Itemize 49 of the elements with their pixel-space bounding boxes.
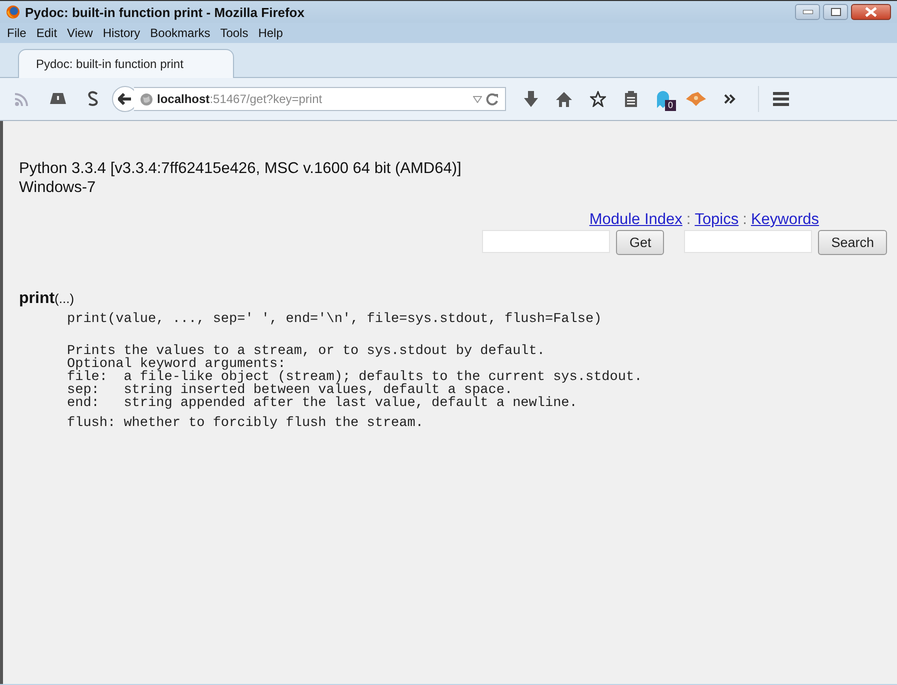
chevron-icon[interactable] bbox=[724, 94, 736, 104]
back-arrow-icon bbox=[118, 93, 132, 105]
menu-item[interactable]: Bookmarks bbox=[149, 26, 212, 40]
notification-badge: 0 bbox=[665, 100, 676, 111]
menu-item[interactable]: File bbox=[6, 26, 28, 40]
firefox-icon bbox=[6, 5, 20, 19]
version-text: Windows-7 bbox=[19, 178, 97, 197]
clipboard-icon[interactable] bbox=[624, 91, 638, 107]
home-icon[interactable] bbox=[556, 92, 572, 106]
link-separator: : bbox=[742, 211, 747, 229]
reload-icon[interactable] bbox=[486, 92, 499, 106]
docstring-line: end: string appended after the last value, default a newline. bbox=[67, 397, 578, 410]
menu-item[interactable]: History bbox=[102, 26, 142, 40]
close-icon bbox=[865, 7, 877, 17]
docstring-line: flush: whether to forcibly flush the stream. bbox=[67, 417, 424, 430]
close-button[interactable] bbox=[851, 4, 891, 20]
version-text: Python 3.3.4 [v3.3.4:7ff62415e426, MSC v.1600 64 bit (AMD64)] bbox=[19, 159, 462, 178]
nav-link[interactable]: Topics bbox=[694, 211, 739, 229]
docstring-line: Optional keyword arguments: bbox=[67, 358, 286, 371]
input-field[interactable] bbox=[684, 230, 812, 253]
nav-link[interactable]: Keywords bbox=[750, 211, 819, 229]
docstring-line: sep: string inserted between values, default a space. bbox=[67, 384, 514, 397]
menu-item[interactable]: Edit bbox=[35, 26, 58, 40]
download-icon[interactable] bbox=[524, 91, 538, 107]
nav-link[interactable]: Module Index bbox=[589, 211, 682, 229]
input-field[interactable] bbox=[482, 230, 610, 253]
minimize-icon bbox=[802, 10, 812, 14]
globe-icon bbox=[140, 92, 153, 106]
maximize-icon bbox=[830, 8, 840, 16]
docstring-line: file: a file-like object (stream); defaults to the current sys.stdout. bbox=[67, 371, 644, 384]
minimize-button[interactable] bbox=[795, 4, 820, 20]
rss-icon bbox=[14, 91, 30, 107]
menu-icon[interactable] bbox=[773, 92, 789, 106]
menu-item[interactable]: Help bbox=[257, 26, 284, 40]
link-separator: : bbox=[686, 211, 691, 229]
menu-item[interactable]: Tools bbox=[219, 26, 250, 40]
docstring-line: print(value, ..., sep=' ', end='\n', file=sys.stdout, flush=False) bbox=[67, 313, 603, 326]
function-heading: print(...) bbox=[19, 290, 76, 308]
dropdown-icon[interactable] bbox=[473, 96, 482, 102]
submit-button[interactable]: Search bbox=[818, 230, 887, 255]
s-icon bbox=[86, 91, 100, 107]
window-title: Pydoc: built-in function print - Mozilla Firefox bbox=[25, 4, 306, 20]
docstring-line: Prints the values to a stream, or to sys.stdout by default. bbox=[67, 345, 546, 358]
address-bar[interactable]: localhost:51467/get?key=print bbox=[134, 87, 506, 111]
star-icon[interactable] bbox=[590, 91, 606, 107]
menu-item[interactable]: View bbox=[66, 26, 94, 40]
browser-tab[interactable]: Pydoc: built-in function print bbox=[18, 49, 234, 78]
submit-button[interactable]: Get bbox=[616, 230, 664, 255]
maximize-button[interactable] bbox=[823, 4, 848, 20]
